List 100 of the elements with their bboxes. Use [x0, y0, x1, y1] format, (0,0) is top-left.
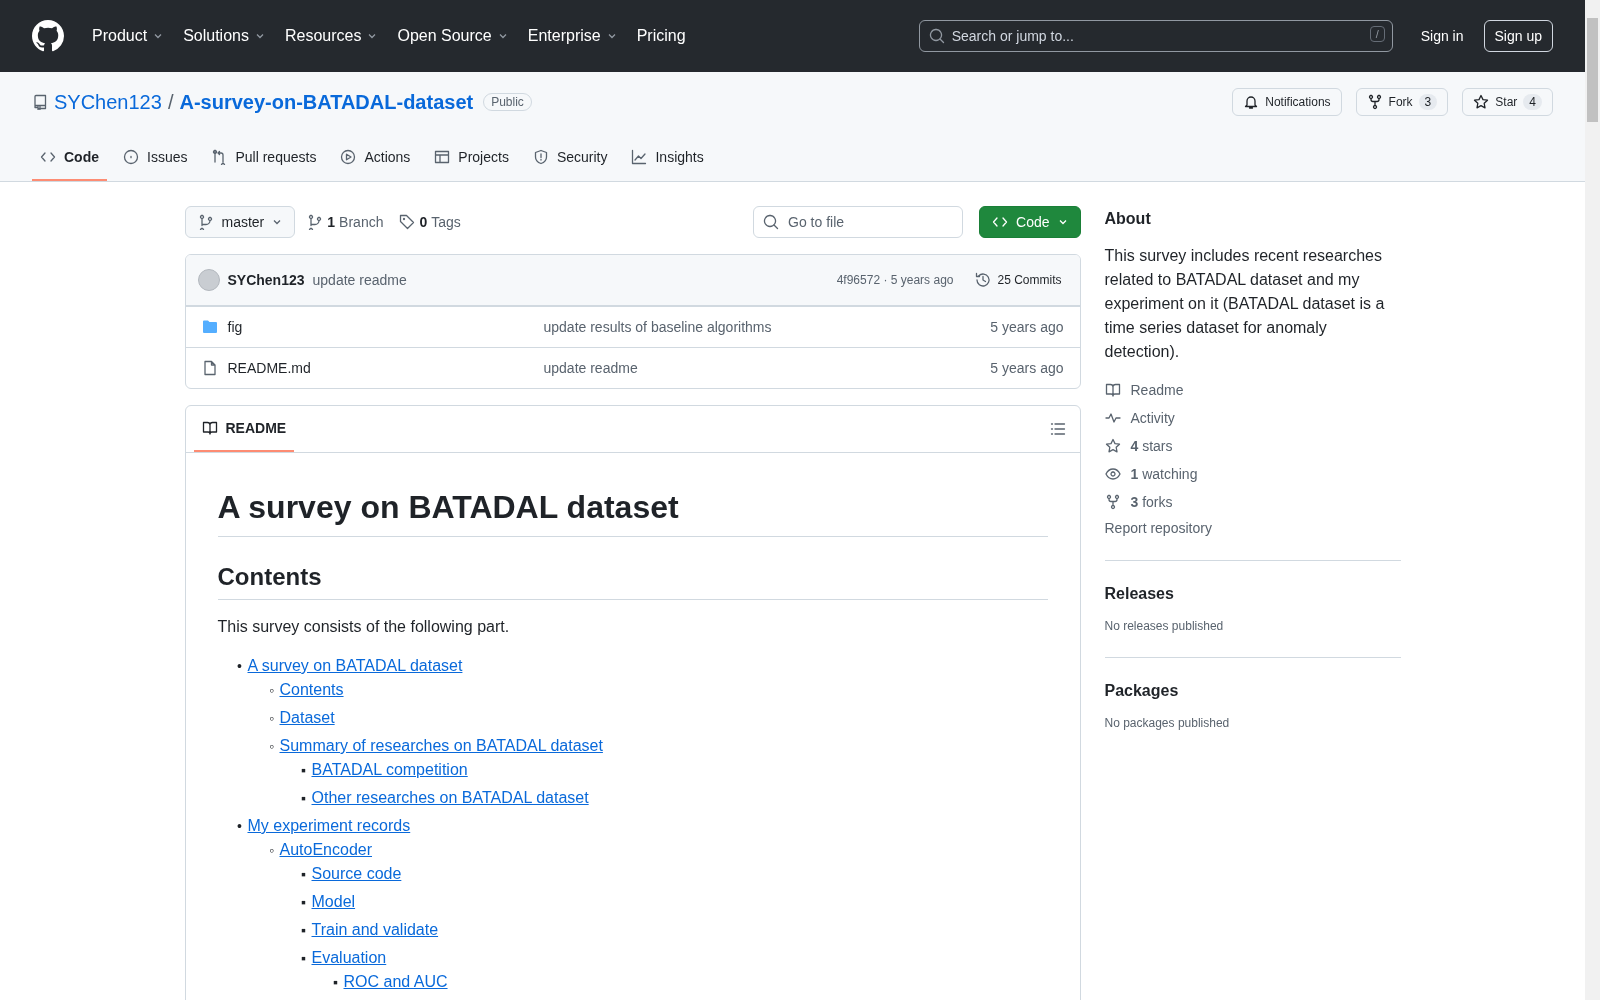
nav-menu-item[interactable]: Pricing	[628, 21, 694, 51]
toc-link[interactable]: A survey on BATADAL dataset	[247, 657, 463, 674]
counter: 3	[1418, 94, 1438, 110]
nav-menu-item[interactable]: Open Source	[389, 21, 516, 51]
branch-icon	[197, 214, 214, 230]
repo-action-button[interactable]: Star 4	[1462, 88, 1553, 116]
fork-icon	[1104, 494, 1121, 510]
nav-menu-item[interactable]: Enterprise	[519, 21, 625, 51]
sidebar-link[interactable]: Activity	[1104, 408, 1401, 428]
packages-title[interactable]: Packages	[1104, 682, 1401, 700]
nav-menu-item[interactable]: Product	[84, 21, 172, 51]
bullet: ▪	[300, 789, 307, 808]
section-heading: Contents	[217, 563, 1048, 600]
sign-in-link[interactable]: Sign in	[1412, 28, 1472, 44]
file-name[interactable]: fig	[227, 319, 243, 335]
bullet: ▪	[300, 949, 307, 968]
repo-tab[interactable]: Projects	[426, 143, 517, 181]
repo-action-button[interactable]: Notifications	[1232, 88, 1342, 116]
toc-link[interactable]: My experiment records	[247, 817, 411, 834]
readme-title: A survey on BATADAL dataset	[217, 489, 1048, 537]
eye-icon	[1104, 466, 1121, 482]
bullet: ◦	[268, 841, 275, 860]
list-icon	[1049, 421, 1066, 437]
about-title: About	[1104, 210, 1152, 228]
bullet: ▪	[300, 893, 307, 912]
packages-note: No packages published	[1104, 716, 1231, 730]
commit-message[interactable]: update results of baseline algorithms	[543, 319, 991, 335]
toc-link[interactable]: Summary of researches on BATADAL dataset	[279, 737, 603, 754]
repo-tab[interactable]: Code	[32, 143, 107, 181]
commit-author[interactable]: SYChen123	[227, 272, 305, 288]
shortcut-key: /	[1369, 26, 1385, 42]
folder-icon	[201, 319, 218, 335]
toc-link[interactable]: Train and validate	[311, 921, 439, 938]
branch-select-button[interactable]: master	[184, 206, 296, 238]
commit-time: 5 years ago	[990, 319, 1064, 335]
branch-icon	[307, 214, 324, 230]
search-icon	[928, 28, 945, 44]
bell-icon	[1243, 94, 1260, 110]
octocat-logo[interactable]	[32, 20, 64, 52]
about-description: This survey includes recent researches related to BATADAL dataset and my experiment on it (BATADAL dataset is a time series dataset for anomaly detection).	[1104, 246, 1386, 362]
branches-link[interactable]: 1 Branch	[303, 214, 388, 230]
repo-tab[interactable]: Security	[524, 143, 616, 181]
code-button[interactable]: Code	[979, 206, 1081, 238]
scrollbar[interactable]	[1585, 0, 1600, 1000]
intro-text: This survey consists of the following part.	[217, 618, 511, 636]
commit-message[interactable]: update readme	[312, 272, 407, 288]
search-icon	[763, 214, 780, 230]
toc-link[interactable]: ROC and AUC	[343, 973, 448, 990]
caret-icon	[254, 31, 265, 41]
repo-owner-link[interactable]: SYChen123	[54, 90, 162, 114]
sidebar-link[interactable]: 1 watching	[1104, 464, 1401, 484]
commit-message[interactable]: update readme	[543, 360, 991, 376]
tags-link[interactable]: 0 Tags	[395, 214, 465, 230]
repo-tab[interactable]: Actions	[332, 143, 419, 181]
pull-request-icon	[211, 149, 228, 165]
toc-link[interactable]: BATADAL competition	[311, 761, 468, 778]
bullet: ▪	[300, 865, 307, 884]
caret-icon	[272, 217, 283, 227]
bullet: •	[236, 657, 243, 676]
go-to-file-field[interactable]: Go to file	[753, 206, 964, 238]
releases-note: No releases published	[1104, 619, 1225, 633]
repo-tab[interactable]: Issues	[115, 143, 196, 181]
caret-icon	[606, 31, 617, 41]
toc-link[interactable]: Other researches on BATADAL dataset	[311, 789, 589, 806]
caret-icon	[1057, 217, 1068, 227]
sign-up-button[interactable]: Sign up	[1483, 20, 1553, 52]
sidebar-link[interactable]: Readme	[1104, 380, 1401, 400]
tag-icon	[399, 214, 416, 230]
toc-link[interactable]: AutoEncoder	[279, 841, 372, 858]
releases-title[interactable]: Releases	[1104, 585, 1401, 603]
fork-icon	[1366, 94, 1383, 110]
avatar	[197, 269, 220, 291]
repo-tab[interactable]: Insights	[623, 143, 712, 181]
sidebar-link[interactable]: 3 forks	[1104, 492, 1401, 512]
book-icon	[1104, 382, 1121, 398]
repo-name-link[interactable]: A-survey-on-BATADAL-dataset	[179, 90, 474, 114]
file-icon	[201, 360, 218, 376]
commits-link[interactable]: 25 Commits	[961, 272, 1068, 288]
toc-link[interactable]: Contents	[279, 681, 344, 698]
report-link[interactable]: Report repository	[1104, 520, 1401, 536]
toc-link[interactable]: Dataset	[279, 709, 335, 726]
readme-tab[interactable]: README	[193, 406, 295, 452]
shield-icon	[532, 149, 549, 165]
graph-icon	[631, 149, 648, 165]
sidebar-link[interactable]: 4 stars	[1104, 436, 1401, 456]
repo-action-button[interactable]: Fork 3	[1355, 88, 1449, 116]
toc-link[interactable]: Source code	[311, 865, 402, 882]
bullet: •	[236, 817, 243, 836]
file-name[interactable]: README.md	[227, 360, 311, 376]
history-icon	[975, 272, 992, 288]
star-icon	[1104, 438, 1121, 454]
path-separator: /	[167, 90, 174, 114]
commit-time: 5 years ago	[990, 360, 1064, 376]
toc-link[interactable]: Evaluation	[311, 949, 387, 966]
nav-menu-item[interactable]: Resources	[276, 21, 386, 51]
nav-menu-item[interactable]: Solutions	[175, 21, 273, 51]
toc-link[interactable]: Model	[311, 893, 356, 910]
repo-tab[interactable]: Pull requests	[203, 143, 325, 181]
bullet: ◦	[268, 737, 275, 756]
bullet: ▪	[300, 921, 307, 940]
